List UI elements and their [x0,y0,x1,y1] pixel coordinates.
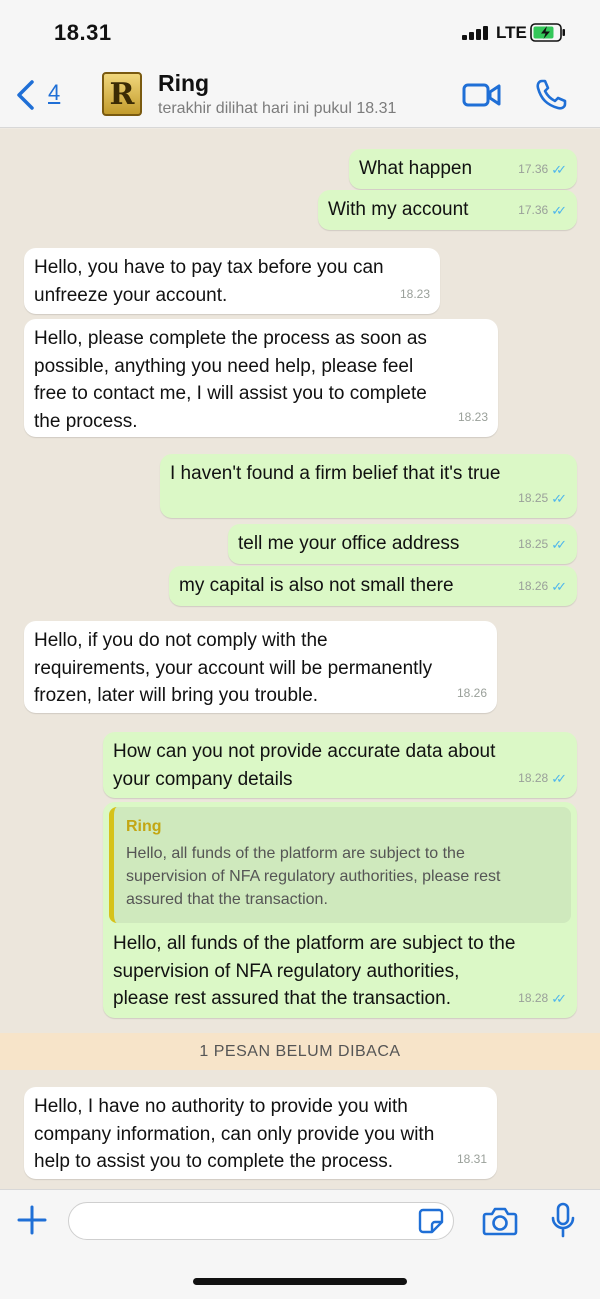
message-incoming[interactable]: Hello, if you do not comply with the req… [24,621,497,713]
message-outgoing[interactable]: my capital is also not small there 18.26… [169,566,577,606]
message-meta: 17.36 ✓✓ [518,156,567,184]
message-outgoing[interactable]: How can you not provide accurate data ab… [103,732,577,798]
video-call-icon[interactable] [462,80,502,110]
message-time: 17.36 [518,202,549,217]
home-indicator [193,1278,407,1285]
read-ticks-icon: ✓✓ [551,161,567,177]
message-time: 18.23 [457,409,488,424]
message-meta: 18.26 ✓✓ [518,573,567,601]
message-text: Hello, I have no authority to provide yo… [34,1096,435,1172]
message-time: 18.23 [399,286,430,301]
contact-name[interactable]: Ring [158,70,209,97]
unread-chats-count: 4 [48,80,61,105]
message-time: 18.26 [518,578,549,593]
message-incoming[interactable]: Hello, please complete the process as so… [24,319,498,437]
message-time: 18.25 [518,490,549,505]
status-time: 18.31 [54,20,112,45]
message-text: Hello, all funds of the platform are sub… [113,933,516,1009]
status-bar: 18.31 LTE [0,0,600,58]
message-time: 18.28 [518,990,549,1005]
message-meta: 18.25 ✓✓ [518,531,567,559]
message-meta: 18.25 ✓✓ [518,485,567,513]
message-time: 18.26 [456,685,487,700]
message-text: How can you not provide accurate data ab… [113,741,496,790]
camera-icon[interactable] [482,1206,518,1236]
read-ticks-icon: ✓✓ [551,770,567,786]
message-meta: 18.28 ✓✓ [518,765,567,793]
message-incoming[interactable]: Hello, you have to pay tax before you ca… [24,248,440,314]
message-meta: 18.23 [458,404,488,432]
contact-avatar[interactable]: R [102,72,142,116]
signal-icon [462,26,490,40]
message-meta: 18.28 ✓✓ [518,985,567,1013]
quoted-sender: Ring [126,818,162,835]
message-outgoing[interactable]: tell me your office address 18.25 ✓✓ [228,524,577,564]
message-meta: 18.26 [457,680,487,708]
message-composer [0,1189,600,1299]
message-time: 18.28 [518,770,549,785]
message-meta: 18.31 [457,1146,487,1174]
message-outgoing[interactable]: What happen 17.36 ✓✓ [349,149,577,189]
last-seen-status: terakhir dilihat hari ini pukul 18.31 [158,100,397,117]
read-ticks-icon: ✓✓ [551,536,567,552]
message-outgoing-reply[interactable]: Ring Hello, all funds of the platform ar… [103,802,577,1018]
sticker-icon[interactable] [418,1208,444,1234]
microphone-icon[interactable] [550,1202,576,1240]
message-outgoing[interactable]: I haven't found a firm belief that it's … [160,454,577,518]
back-button[interactable]: 4 [14,78,74,112]
message-time: 18.25 [518,536,549,551]
chat-history[interactable]: What happen 17.36 ✓✓ With my account 17.3… [0,129,600,1189]
message-time: 17.36 [518,161,549,176]
message-text: I haven't found a firm belief that it's … [170,463,501,484]
read-ticks-icon: ✓✓ [551,202,567,218]
message-text: Hello, you have to pay tax before you ca… [34,257,384,306]
message-time: 18.31 [456,1151,487,1166]
message-text: Hello, please complete the process as so… [34,328,427,432]
message-incoming[interactable]: Hello, I have no authority to provide yo… [24,1087,497,1179]
read-ticks-icon: ✓✓ [551,490,567,506]
chat-header: 4 R Ring terakhir dilihat hari ini pukul… [0,58,600,128]
phone-call-icon[interactable] [534,78,568,112]
battery-charging-icon [530,23,565,42]
message-text: Hello, if you do not comply with the req… [34,630,433,706]
message-meta: 17.36 ✓✓ [518,197,567,225]
message-outgoing[interactable]: With my account 17.36 ✓✓ [318,190,577,230]
quoted-message[interactable]: Ring Hello, all funds of the platform ar… [109,807,571,923]
back-chevron-icon [17,80,34,110]
plus-icon[interactable] [16,1204,48,1236]
quoted-text: Hello, all funds of the platform are sub… [126,845,501,908]
message-meta: 18.23 [400,281,430,309]
unread-messages-banner: 1 PESAN BELUM DIBACA [0,1033,600,1070]
read-ticks-icon: ✓✓ [551,578,567,594]
read-ticks-icon: ✓✓ [551,990,567,1006]
message-text: my capital is also not small there [179,575,454,596]
message-input[interactable] [68,1202,454,1240]
network-label: LTE [496,23,527,42]
